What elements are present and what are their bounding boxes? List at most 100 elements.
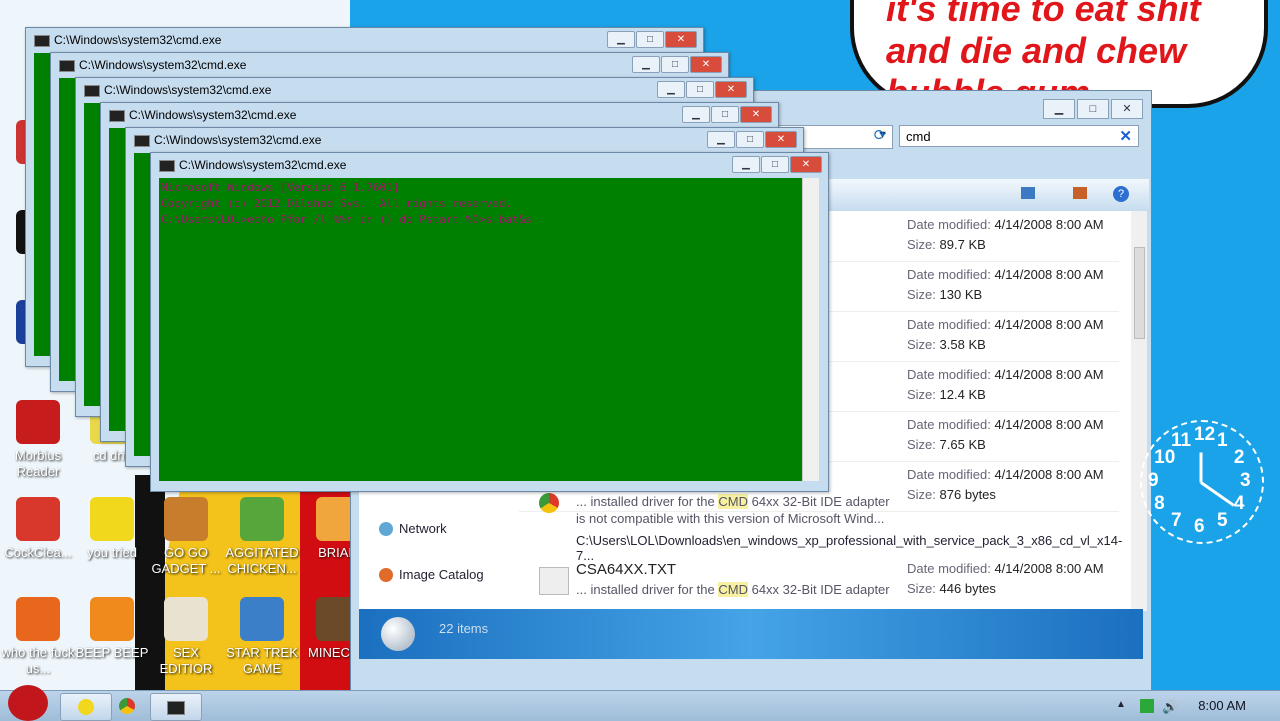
minimize-button[interactable]: ▁ bbox=[732, 156, 760, 173]
item-count: 22 items bbox=[439, 621, 489, 636]
maximize-button[interactable]: □ bbox=[661, 56, 689, 73]
result-size: Size: 89.7 KB bbox=[907, 237, 986, 252]
desktop-icon-label: CockClea... bbox=[4, 545, 72, 560]
start-button[interactable] bbox=[8, 685, 48, 721]
console-line: C:\Users\LOL>echo Pfor /l %%n in () do P… bbox=[161, 213, 532, 226]
date-label: Date modified: bbox=[907, 367, 991, 382]
desktop-icon[interactable]: GO GO GADGET ... bbox=[148, 497, 224, 577]
close-button[interactable]: ✕ bbox=[1111, 99, 1143, 119]
preview-pane-icon[interactable] bbox=[1073, 187, 1087, 199]
size-value: 7.65 KB bbox=[939, 437, 986, 452]
search-value: cmd bbox=[906, 129, 931, 144]
date-value: 4/14/2008 8:00 AM bbox=[994, 417, 1104, 432]
cmd-icon bbox=[109, 110, 125, 122]
cmd-window-controls: ▁ □ ✕ bbox=[632, 56, 722, 73]
minimize-button[interactable]: ▁ bbox=[682, 106, 710, 123]
maximize-button[interactable]: □ bbox=[686, 81, 714, 98]
minimize-button[interactable]: ▁ bbox=[657, 81, 685, 98]
taskbar: ▲ 🔊 8:00 AM bbox=[0, 685, 1280, 721]
desktop-icon[interactable]: Morbius Reader bbox=[0, 400, 76, 480]
size-value: 876 bytes bbox=[939, 487, 996, 502]
nav-item-label: Image Catalog bbox=[399, 567, 484, 582]
desktop-icon[interactable]: BEEP BEEP bbox=[74, 597, 150, 661]
vertical-scrollbar[interactable] bbox=[802, 178, 819, 481]
app-icon bbox=[164, 597, 208, 641]
minimize-button[interactable]: ▁ bbox=[632, 56, 660, 73]
result-file-name[interactable]: CSA64XX.TXT bbox=[576, 561, 676, 578]
bubble-line: and die and chew bbox=[886, 30, 1187, 71]
cmd-console[interactable]: Microsoft Windows [Version 6.1.7601] Copy… bbox=[159, 178, 802, 481]
desktop-icon[interactable]: AGGITATED CHICKEN... bbox=[224, 497, 300, 577]
help-icon[interactable]: ? bbox=[1113, 186, 1129, 202]
close-button[interactable]: ✕ bbox=[790, 156, 822, 173]
nav-item-network[interactable]: Network bbox=[379, 521, 447, 536]
show-hidden-icons-icon[interactable]: ▲ bbox=[1116, 699, 1130, 713]
desktop-icon[interactable]: CockClea... bbox=[0, 497, 76, 561]
nav-item-image-catalog[interactable]: Image Catalog bbox=[379, 567, 484, 582]
network-icon bbox=[379, 521, 393, 536]
result-date: Date modified: 4/14/2008 8:00 AM bbox=[907, 367, 1104, 382]
desktop-icon-label: who the fuck us... bbox=[1, 645, 75, 676]
close-button[interactable]: ✕ bbox=[715, 81, 747, 98]
desktop-icon[interactable]: SEX EDITIOR bbox=[148, 597, 224, 677]
cmd-window-title: C:\Windows\system32\cmd.exe bbox=[54, 33, 222, 47]
size-value: 89.7 KB bbox=[939, 237, 986, 252]
search-input[interactable]: cmd ✕ bbox=[899, 125, 1139, 147]
network-status-icon[interactable] bbox=[1140, 699, 1154, 713]
clock-number: 2 bbox=[1233, 447, 1245, 468]
date-value: 4/14/2008 8:00 AM bbox=[994, 367, 1104, 382]
minimize-button[interactable]: ▁ bbox=[607, 31, 635, 48]
volume-icon[interactable]: 🔊 bbox=[1162, 699, 1178, 714]
app-icon bbox=[164, 497, 208, 541]
cmd-icon bbox=[84, 85, 100, 97]
size-label: Size: bbox=[907, 437, 936, 452]
result-size: Size: 876 bytes bbox=[907, 487, 996, 502]
size-label: Size: bbox=[907, 487, 936, 502]
cmd-window-title: C:\Windows\system32\cmd.exe bbox=[79, 58, 247, 72]
clock-gadget[interactable]: 12 1 2 3 4 5 6 7 8 9 10 11 bbox=[1140, 420, 1264, 544]
desktop-icon[interactable]: STAR TREK GAME bbox=[224, 597, 300, 677]
minimize-button[interactable]: ▁ bbox=[1043, 99, 1075, 119]
view-options-icon[interactable] bbox=[1021, 187, 1035, 199]
date-label: Date modified: bbox=[907, 267, 991, 282]
cmd-icon bbox=[134, 135, 150, 147]
taskbar-clock[interactable]: 8:00 AM bbox=[1198, 698, 1246, 713]
app-icon bbox=[16, 497, 60, 541]
result-date: Date modified: 4/14/2008 8:00 AM bbox=[907, 467, 1104, 482]
date-value: 4/14/2008 8:00 AM bbox=[994, 217, 1104, 232]
minimize-button[interactable]: ▁ bbox=[707, 131, 735, 148]
details-pane: 22 items bbox=[359, 609, 1143, 659]
vertical-scrollbar[interactable] bbox=[1131, 211, 1147, 611]
clear-search-icon[interactable]: ✕ bbox=[1119, 126, 1132, 148]
cmd-window-controls: ▁ □ ✕ bbox=[707, 131, 797, 148]
cmd-window-title: C:\Windows\system32\cmd.exe bbox=[179, 158, 347, 172]
scrollbar-thumb[interactable] bbox=[1134, 247, 1145, 339]
cmd-window[interactable]: C:\Windows\system32\cmd.exe ▁ □ ✕ Microsoft … bbox=[150, 152, 829, 492]
desktop-icon[interactable]: who the fuck us... bbox=[0, 597, 76, 677]
close-button[interactable]: ✕ bbox=[690, 56, 722, 73]
console-line: Copyright (c) 2012 Dilshad Sys. All righ… bbox=[161, 197, 512, 210]
maximize-button[interactable]: □ bbox=[636, 31, 664, 48]
maximize-button[interactable]: □ bbox=[711, 106, 739, 123]
taskbar-cmd-button[interactable] bbox=[150, 693, 202, 721]
close-button[interactable]: ✕ bbox=[665, 31, 697, 48]
taskbar-chrome-button[interactable] bbox=[102, 693, 152, 719]
maximize-button[interactable]: □ bbox=[736, 131, 764, 148]
desktop-icon[interactable]: you tried bbox=[74, 497, 150, 561]
desc-suffix: 64xx 32-Bit IDE adapter bbox=[751, 494, 890, 509]
date-value: 4/14/2008 8:00 AM bbox=[994, 467, 1104, 482]
refresh-icon[interactable]: ⟳ bbox=[869, 125, 891, 147]
result-size: Size: 7.65 KB bbox=[907, 437, 986, 452]
result-path[interactable]: C:\Users\LOL\Downloads\en_windows_xp_pro… bbox=[576, 533, 1131, 563]
close-button[interactable]: ✕ bbox=[765, 131, 797, 148]
maximize-button[interactable]: □ bbox=[1077, 99, 1109, 119]
desktop-icon-label: BEEP BEEP bbox=[75, 645, 149, 660]
explorer-icon bbox=[78, 699, 94, 715]
result-date: Date modified: 4/14/2008 8:00 AM bbox=[907, 317, 1104, 332]
maximize-button[interactable]: □ bbox=[761, 156, 789, 173]
clock-number: 5 bbox=[1217, 509, 1228, 531]
close-button[interactable]: ✕ bbox=[740, 106, 772, 123]
clock-number: 3 bbox=[1240, 470, 1251, 491]
desktop-icon-label: you tried bbox=[87, 545, 137, 560]
cmd-window-title: C:\Windows\system32\cmd.exe bbox=[154, 133, 322, 147]
